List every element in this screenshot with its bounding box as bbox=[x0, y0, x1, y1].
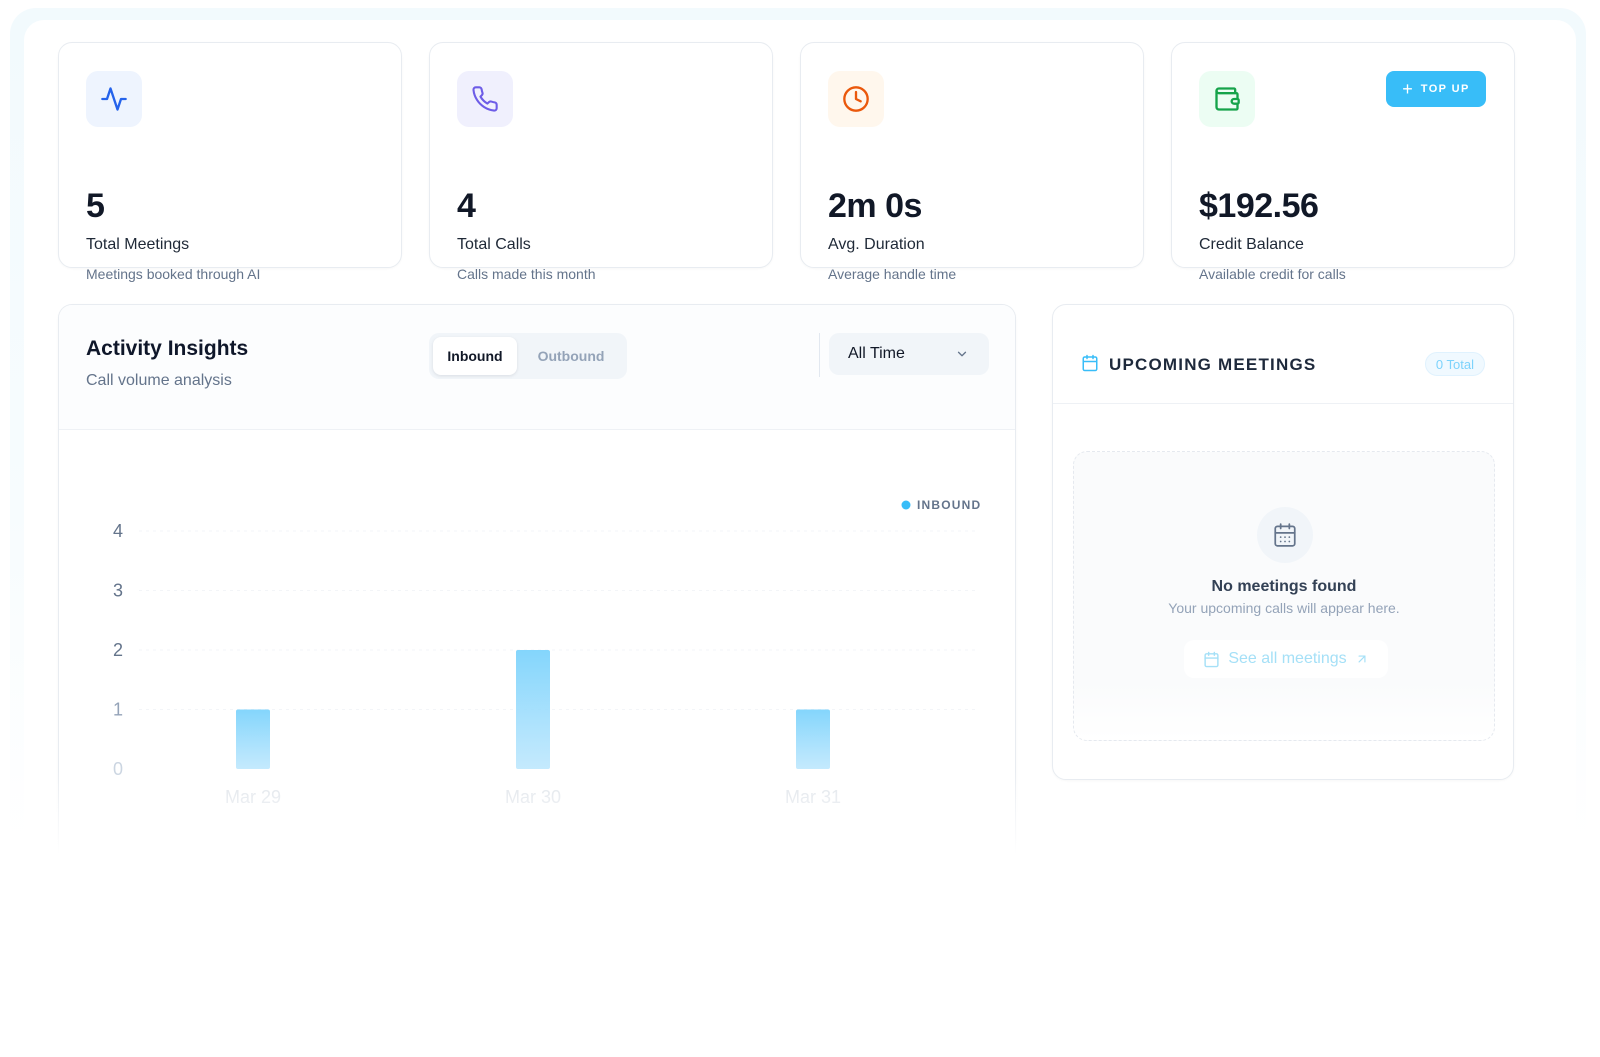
tab-inbound[interactable]: Inbound bbox=[433, 337, 517, 375]
empty-state: No meetings found Your upcoming calls wi… bbox=[1073, 451, 1495, 741]
clock-icon bbox=[828, 71, 884, 127]
stat-value: 2m 0s bbox=[828, 187, 922, 225]
direction-toggle: Inbound Outbound bbox=[429, 333, 627, 379]
stat-card-meetings: 5 Total Meetings Meetings booked through… bbox=[58, 42, 402, 282]
tab-outbound[interactable]: Outbound bbox=[521, 337, 621, 375]
x-tick-label: Mar 29 bbox=[225, 787, 281, 807]
stat-subtext: Available credit for calls bbox=[1199, 266, 1346, 282]
time-range-select[interactable]: All Time bbox=[829, 333, 989, 375]
bar bbox=[516, 650, 550, 769]
calendar-icon bbox=[1204, 651, 1219, 667]
see-all-label: See all meetings bbox=[1228, 650, 1347, 667]
stat-subtext: Meetings booked through AI bbox=[86, 266, 261, 282]
wallet-icon bbox=[1199, 71, 1255, 127]
stat-subtext: Calls made this month bbox=[457, 266, 596, 282]
y-tick-label: 0 bbox=[113, 759, 123, 779]
upcoming-meetings-card: UPCOMING MEETINGS 0 Total No meetings fo… bbox=[1052, 304, 1514, 780]
header-divider bbox=[819, 333, 820, 377]
empty-state-subtitle: Your upcoming calls will appear here. bbox=[1168, 600, 1400, 616]
stat-value: $192.56 bbox=[1199, 187, 1319, 225]
call-volume-chart: 0 1 2 3 4 Mar 29 Mar 30 Mar 31 INBOUND bbox=[113, 498, 981, 807]
chevron-down-icon bbox=[957, 351, 967, 357]
top-up-button[interactable]: + TOP UP bbox=[1386, 71, 1486, 107]
legend-swatch bbox=[901, 500, 911, 510]
activity-header: Activity Insights Call volume analysis I… bbox=[59, 305, 1015, 430]
stat-label: Total Meetings bbox=[86, 236, 190, 253]
y-tick-label: 3 bbox=[113, 581, 123, 601]
stat-label: Avg. Duration bbox=[828, 236, 925, 253]
empty-state-title: No meetings found bbox=[1211, 578, 1357, 595]
activity-subtitle: Call volume analysis bbox=[86, 372, 232, 389]
calendar-grid-icon bbox=[1257, 507, 1313, 563]
activity-title: Activity Insights bbox=[86, 337, 249, 360]
stat-label: Credit Balance bbox=[1199, 236, 1304, 253]
top-up-label: TOP UP bbox=[1420, 83, 1470, 95]
activity-icon bbox=[86, 71, 142, 127]
x-tick-label: Mar 31 bbox=[785, 787, 841, 807]
stat-subtext: Average handle time bbox=[828, 266, 957, 282]
x-tick-label: Mar 30 bbox=[505, 787, 561, 807]
time-range-value: All Time bbox=[848, 345, 905, 362]
meetings-title: UPCOMING MEETINGS bbox=[1109, 355, 1317, 374]
plus-icon: + bbox=[1402, 79, 1413, 99]
meetings-count-badge: 0 Total bbox=[1424, 352, 1485, 376]
stat-card-duration: 2m 0s Avg. Duration Average handle time bbox=[800, 42, 1144, 282]
stat-value: 5 bbox=[86, 187, 105, 225]
y-tick-label: 2 bbox=[113, 640, 123, 660]
arrow-up-right-icon bbox=[1358, 655, 1366, 663]
stat-label: Total Calls bbox=[457, 236, 531, 253]
meetings-header: UPCOMING MEETINGS 0 Total bbox=[1053, 305, 1513, 404]
bar bbox=[236, 709, 270, 769]
phone-icon bbox=[457, 71, 513, 127]
bar bbox=[796, 709, 830, 769]
stat-value: 4 bbox=[457, 187, 476, 225]
y-tick-label: 4 bbox=[113, 521, 123, 541]
see-all-meetings-link[interactable]: See all meetings bbox=[1184, 640, 1388, 678]
activity-insights-card: Activity Insights Call volume analysis I… bbox=[58, 304, 1016, 864]
calendar-icon bbox=[1082, 354, 1098, 372]
y-tick-label: 1 bbox=[113, 700, 123, 720]
stat-card-calls: 4 Total Calls Calls made this month bbox=[429, 42, 773, 282]
legend-label: INBOUND bbox=[917, 498, 981, 512]
stat-card-credit: + TOP UP $192.56 Credit Balance Availabl… bbox=[1171, 42, 1515, 282]
